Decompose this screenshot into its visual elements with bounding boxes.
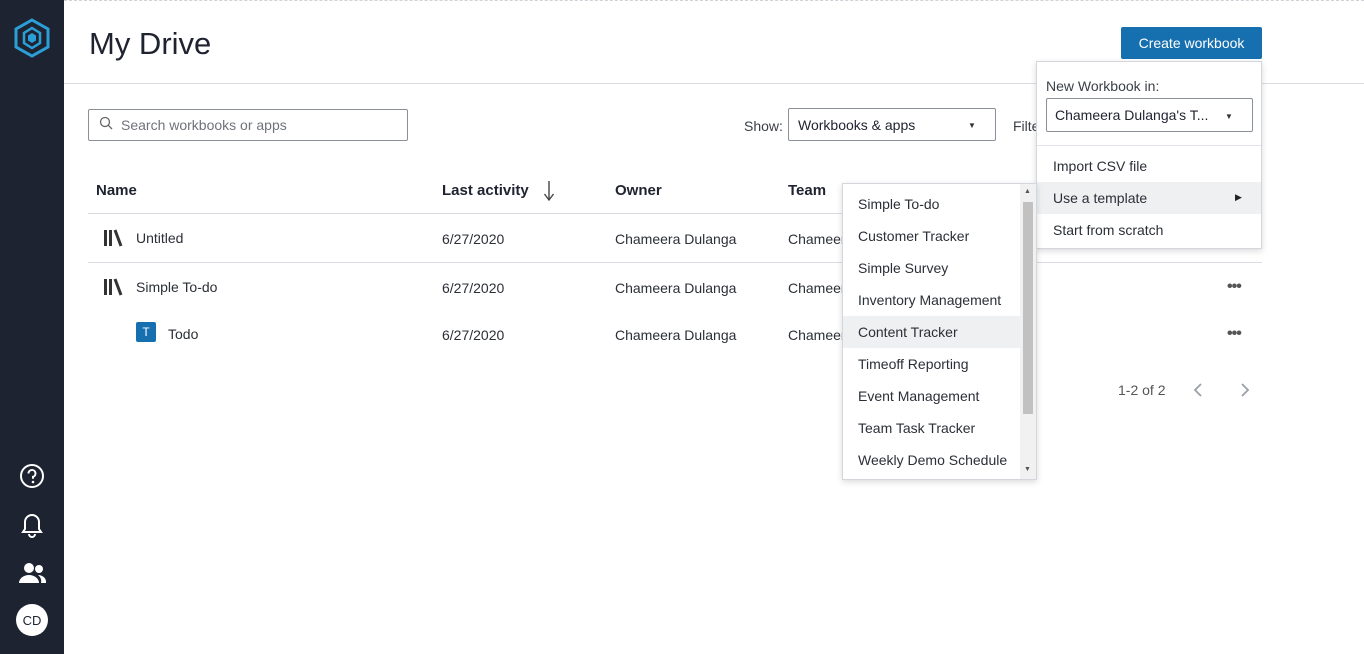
menu-item-use-template[interactable]: Use a template ▶	[1037, 182, 1261, 214]
row-team: Chameera Dulanga's Team	[788, 280, 843, 296]
menu-divider	[1037, 145, 1261, 146]
scroll-up-icon[interactable]: ▲	[1024, 188, 1031, 195]
scroll-thumb[interactable]	[1023, 202, 1033, 414]
column-header-owner[interactable]: Owner	[615, 182, 662, 199]
help-icon[interactable]	[18, 462, 46, 490]
top-border	[64, 0, 1364, 3]
row-last-activity: 6/27/2020	[442, 327, 505, 343]
row-name[interactable]: Todo	[168, 326, 198, 342]
users-icon[interactable]	[18, 559, 46, 587]
caret-right-icon: ▶	[1235, 192, 1242, 202]
column-header-team[interactable]: Team	[788, 182, 826, 199]
scroll-down-icon[interactable]: ▼	[1024, 466, 1031, 473]
row-name[interactable]: Untitled	[136, 230, 183, 246]
row-name[interactable]: Simple To-do	[136, 279, 217, 295]
template-item[interactable]: Event Management	[843, 380, 1020, 412]
sidebar: CD	[0, 0, 64, 654]
template-item[interactable]: Simple To-do	[843, 188, 1020, 220]
workbook-icon	[104, 229, 124, 247]
new-workbook-menu: New Workbook in: Chameera Dulanga's T...…	[1036, 61, 1262, 249]
row-team: Chameera Dulanga's Team	[788, 327, 843, 343]
app-icon: T	[136, 322, 156, 342]
pager-text: 1-2 of 2	[1118, 382, 1166, 398]
filter-label: Filter	[1013, 118, 1037, 134]
workbook-icon	[104, 278, 124, 296]
avatar[interactable]: CD	[16, 604, 48, 636]
row-owner: Chameera Dulanga	[615, 231, 737, 247]
sort-arrow-down-icon[interactable]	[543, 180, 555, 207]
row-last-activity: 6/27/2020	[442, 231, 505, 247]
row-divider	[88, 262, 1262, 263]
logo-icon[interactable]	[13, 18, 51, 58]
page-title: My Drive	[89, 26, 212, 61]
more-options-icon[interactable]: •••	[1227, 325, 1242, 343]
template-item[interactable]: Team Task Tracker	[843, 412, 1020, 444]
menu-item-start-from-scratch[interactable]: Start from scratch	[1037, 214, 1261, 246]
row-owner: Chameera Dulanga	[615, 280, 737, 296]
caret-down-icon: ▼	[1225, 112, 1233, 121]
show-select[interactable]: Workbooks & apps ▼	[788, 108, 996, 141]
column-header-last-activity[interactable]: Last activity	[442, 182, 529, 199]
new-workbook-label: New Workbook in:	[1046, 78, 1160, 94]
caret-down-icon: ▼	[968, 121, 976, 130]
chevron-right-icon[interactable]	[1235, 378, 1255, 402]
show-select-value: Workbooks & apps	[798, 116, 916, 133]
template-menu: Simple To-do Customer Tracker Simple Sur…	[842, 183, 1037, 480]
column-header-name[interactable]: Name	[96, 182, 137, 199]
team-select[interactable]: Chameera Dulanga's T... ▼	[1046, 98, 1253, 132]
template-item[interactable]: Weekly Demo Schedule	[843, 444, 1020, 476]
row-last-activity: 6/27/2020	[442, 280, 505, 296]
show-label: Show:	[744, 118, 783, 134]
template-item[interactable]: Simple Survey	[843, 252, 1020, 284]
search-input[interactable]	[121, 117, 391, 133]
template-item[interactable]: Customer Tracker	[843, 220, 1020, 252]
template-item[interactable]: Content Tracker	[843, 316, 1020, 348]
menu-item-import-csv[interactable]: Import CSV file	[1037, 150, 1261, 182]
team-select-value: Chameera Dulanga's T...	[1055, 107, 1209, 123]
search-box[interactable]	[88, 109, 408, 141]
chevron-left-icon[interactable]	[1188, 378, 1208, 402]
create-workbook-button[interactable]: Create workbook	[1121, 27, 1262, 59]
row-owner: Chameera Dulanga	[615, 327, 737, 343]
menu-item-label: Use a template	[1053, 190, 1148, 206]
template-item[interactable]: Inventory Management	[843, 284, 1020, 316]
row-team: Chameera Dulanga's Team	[788, 231, 843, 247]
more-options-icon[interactable]: •••	[1227, 278, 1242, 296]
search-icon	[99, 116, 113, 135]
scrollbar[interactable]: ▲ ▼	[1020, 184, 1036, 479]
template-item[interactable]: Timeoff Reporting	[843, 348, 1020, 380]
bell-icon[interactable]	[18, 510, 46, 538]
